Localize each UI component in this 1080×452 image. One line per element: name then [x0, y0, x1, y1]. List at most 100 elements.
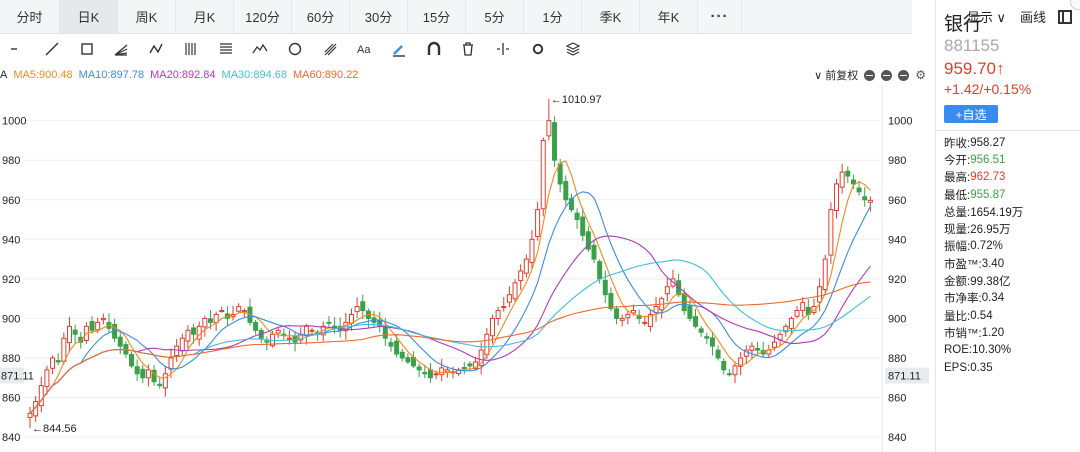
candle-body [95, 321, 101, 331]
panel-separator [936, 130, 1080, 131]
magnet-icon[interactable] [416, 34, 451, 64]
stat-label: EPS: [944, 361, 971, 374]
stat-value: 0.54 [970, 309, 993, 322]
tab-10[interactable]: 季K [582, 0, 640, 33]
stat-label: 最高: [944, 172, 971, 185]
layers-icon[interactable] [555, 34, 590, 64]
tab-1[interactable]: 日K [60, 0, 118, 33]
candle-body [484, 333, 490, 356]
stats-list: 昨收: 958.27 今开: 956.51 最高: 962.73 最低: 955.87 总量: 1… [944, 134, 1023, 376]
stat-label: 昨收: [944, 137, 971, 150]
candle-body [709, 337, 715, 347]
candle-body [394, 340, 400, 355]
rect-tool-icon[interactable] [69, 34, 104, 64]
candle-body [512, 282, 518, 300]
tab-7[interactable]: 15分 [408, 0, 466, 33]
trend-tool-icon[interactable] [243, 34, 278, 64]
text-tool-icon[interactable]: Aa [347, 34, 382, 64]
ma60-line [29, 281, 871, 414]
candle-body [867, 199, 873, 203]
kline-chart[interactable]: 840 840 860 860 880 880 900 900 920 920 940 940 960 9… [0, 85, 935, 452]
stat-value: 0.35 [970, 361, 993, 374]
tab-5[interactable]: 60分 [292, 0, 350, 33]
candle-body [157, 383, 163, 387]
y-tick-label-right: 1000 [888, 116, 912, 128]
tab-3[interactable]: 月K [176, 0, 234, 33]
ma30-line [29, 259, 871, 414]
candle-body [489, 317, 495, 337]
brush-tool-icon[interactable] [382, 34, 417, 64]
zoom-out-icon[interactable] [864, 69, 876, 81]
trash-icon[interactable] [451, 34, 486, 64]
candle-body [179, 337, 185, 352]
cursor-icon[interactable] [0, 34, 35, 64]
y-tick-label-right: 980 [888, 155, 906, 167]
tab-9[interactable]: 1分 [524, 0, 582, 33]
stat-row: 市销™: 1.20 [944, 324, 1023, 341]
candle-body [439, 367, 445, 376]
adjust-select[interactable]: ∨ 前复权 [814, 67, 858, 83]
candle-body [309, 329, 315, 332]
y-tick-label-left: 980 [2, 155, 20, 167]
tab-6[interactable]: 30分 [350, 0, 408, 33]
stat-row: 最高: 962.73 [944, 169, 1023, 186]
collapse-icon[interactable] [898, 69, 910, 81]
tab-8[interactable]: 5分 [466, 0, 524, 33]
line-tool-icon[interactable] [35, 34, 70, 64]
candle-body [27, 412, 33, 418]
stat-label: 量比: [944, 310, 971, 323]
tab-12[interactable]: ··· [698, 0, 742, 33]
candle-body [602, 279, 608, 296]
stat-label: ROE: [944, 344, 973, 357]
tab-11[interactable]: 年K [640, 0, 698, 33]
y-tick-label-right: 860 [888, 393, 906, 405]
split-view-icon[interactable] [486, 34, 521, 64]
candle-body [129, 354, 135, 367]
stat-value: 3.40 [981, 257, 1005, 270]
tab-2[interactable]: 周K [118, 0, 176, 33]
stat-value: 1654.19万 [970, 206, 1024, 219]
price-tag-right: 871.11 [888, 371, 921, 383]
candle-body [687, 305, 693, 319]
candle-body [174, 345, 180, 357]
fibonacci-tool-icon[interactable] [208, 34, 243, 64]
price-tag-left: 871.11 [1, 371, 34, 383]
candle-body [100, 317, 106, 321]
settings-gear-icon[interactable] [521, 34, 556, 64]
candle-body [168, 357, 174, 370]
candle-body [614, 308, 620, 319]
stat-value: 958.27 [970, 136, 1006, 149]
stock-code: 881155 [944, 36, 1000, 55]
annotation-high: ←1010.97 [551, 94, 602, 106]
zoom-in-icon[interactable] [881, 69, 893, 81]
y-tick-label-left: 860 [2, 393, 20, 405]
parallel-tool-icon[interactable] [174, 34, 209, 64]
tab-4[interactable]: 120分 [234, 0, 292, 33]
user-avatar[interactable] [1070, 0, 1080, 10]
y-tick-label-left: 960 [2, 195, 20, 207]
stat-row: 市盈™: 3.40 [944, 255, 1023, 272]
candle-body [642, 321, 648, 324]
wave-tool-icon[interactable] [139, 34, 174, 64]
candle-body [264, 340, 270, 343]
candle-body [693, 316, 699, 327]
cycle-tool-icon[interactable] [278, 34, 313, 64]
candle-body [61, 337, 67, 362]
stat-value: 0.34 [981, 292, 1005, 305]
candle-body [563, 181, 569, 201]
pitchfork-tool-icon[interactable] [312, 34, 347, 64]
period-tabs: 分时 日K 周K 月K 120分 60分 30分 15分 5分 1分 季K 年K ··· [0, 0, 912, 34]
ma-indicator-row: A MA5:900.48 MA10:897.78 MA20:892.84 MA30:8… [0, 66, 364, 84]
add-watchlist-button[interactable]: +自选 [944, 105, 998, 123]
chart-settings-icon[interactable]: ⚙ [915, 68, 926, 82]
candle-body [281, 333, 287, 336]
candle-body [529, 238, 535, 263]
candle-body [518, 270, 524, 282]
candle-body [574, 212, 580, 221]
stat-value: 955.87 [970, 188, 1006, 201]
candle-body [275, 329, 281, 334]
candle-body [416, 366, 422, 371]
tab-0[interactable]: 分时 [0, 0, 60, 33]
candle-body [202, 317, 208, 328]
fan-tool-icon[interactable] [104, 34, 139, 64]
